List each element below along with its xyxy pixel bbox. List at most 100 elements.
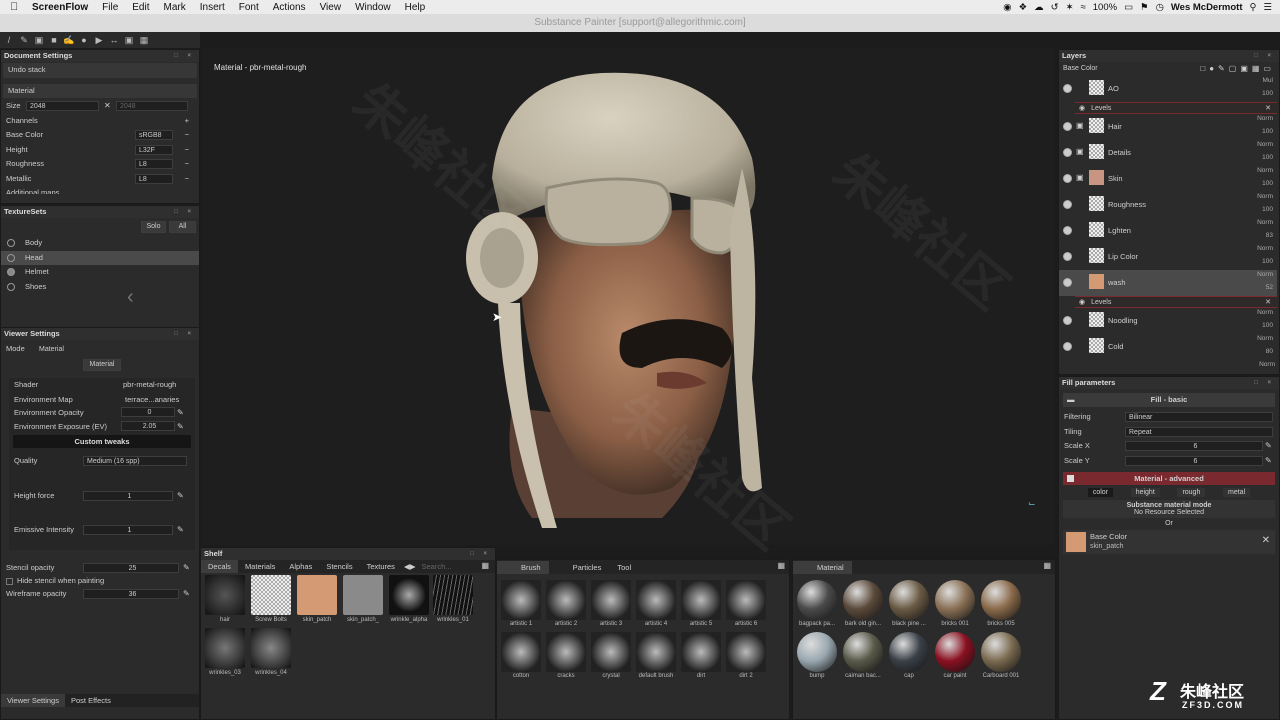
material-thumbnail[interactable] <box>889 632 929 672</box>
eye-visibility-icon[interactable] <box>1063 122 1072 131</box>
material-thumbnail[interactable] <box>843 580 883 620</box>
eye-visibility-icon[interactable] <box>1063 174 1072 183</box>
blend-mode[interactable]: Norm <box>1257 309 1273 316</box>
brush-thumbnail[interactable] <box>546 580 586 620</box>
eye-visibility-icon[interactable] <box>1063 316 1072 325</box>
edit-icon[interactable]: ✎ <box>183 587 190 602</box>
channel-format[interactable]: L8 <box>135 159 173 169</box>
folder-icon[interactable]: ▣ <box>1076 121 1084 130</box>
bluetooth-icon[interactable]: ✶ <box>1066 2 1074 13</box>
grid-view-icon[interactable]: ▦ <box>1043 561 1051 570</box>
shader-select[interactable]: pbr-metal-rough <box>123 378 176 393</box>
grid-view-icon[interactable]: ▦ <box>777 561 785 570</box>
eye-visibility-icon[interactable] <box>1063 226 1072 235</box>
metal-channel-toggle[interactable]: metal <box>1223 488 1251 497</box>
advanced-checkbox[interactable] <box>1067 475 1074 482</box>
timemachine-icon[interactable]: ↺ <box>1051 2 1059 13</box>
camera-tool-icon[interactable]: ▣ <box>123 35 135 46</box>
layer-opacity[interactable]: 100 <box>1262 128 1273 135</box>
symmetry-icon[interactable]: ↔ <box>108 35 120 46</box>
tiling-select[interactable]: Repeat <box>1125 426 1273 437</box>
menu-window[interactable]: Window <box>355 2 391 13</box>
layer-row[interactable]: Noodling Norm 100 <box>1059 308 1277 334</box>
scale-x-field[interactable]: 6 <box>1125 441 1263 451</box>
brush-thumbnail[interactable] <box>546 632 586 672</box>
menu-file[interactable]: File <box>102 2 118 13</box>
height-channel-toggle[interactable]: height <box>1130 488 1160 497</box>
edit-icon[interactable]: ✎ <box>177 489 184 504</box>
picker-tool-icon[interactable]: ▶ <box>93 35 105 46</box>
link-size-icon[interactable]: ✕ <box>104 99 111 114</box>
layer-row[interactable]: Lip Color Norm 100 <box>1059 244 1277 270</box>
clock-icon[interactable]: ◷ <box>1156 2 1164 13</box>
shelf-search-input[interactable]: Search... <box>417 560 455 573</box>
decal-thumbnail[interactable] <box>251 628 291 668</box>
blend-mode[interactable]: Norm <box>1257 193 1273 200</box>
layer-opacity[interactable]: 100 <box>1262 322 1273 329</box>
list-icon[interactable]: ☰ <box>1263 2 1272 13</box>
channel-select[interactable]: Base Color <box>1063 65 1098 72</box>
menu-help[interactable]: Help <box>405 2 426 13</box>
layer-opacity[interactable]: 100 <box>1262 180 1273 187</box>
quality-select[interactable]: Medium (16 spp) <box>83 456 187 466</box>
remove-resource-icon[interactable]: ✕ <box>1262 535 1270 546</box>
folder-icon[interactable]: ▣ <box>1076 147 1084 156</box>
env-map-select[interactable]: terrace...anaries <box>125 393 179 407</box>
custom-tweaks-header[interactable]: Custom tweaks <box>13 435 191 448</box>
material-row[interactable]: Material <box>3 83 197 98</box>
height-force-field[interactable]: 1 <box>83 490 173 501</box>
cloud-icon[interactable]: ☁ <box>1034 2 1044 13</box>
eye-visibility-icon[interactable] <box>1063 342 1072 351</box>
tab-tool[interactable]: Tool <box>609 561 639 574</box>
layer-opacity[interactable]: 83 <box>1266 232 1273 239</box>
add-channel-icon[interactable]: + <box>185 114 189 129</box>
decal-thumbnail[interactable] <box>205 628 245 668</box>
texture-set-item[interactable]: Body <box>1 236 199 251</box>
brush-thumbnail[interactable] <box>681 580 721 620</box>
decal-thumbnail[interactable] <box>343 575 383 615</box>
layer-row[interactable]: ▣ Details Norm 100 <box>1059 140 1277 166</box>
layer-row[interactable]: ▣ Skin Norm 100 <box>1059 166 1277 192</box>
decal-thumbnail[interactable] <box>433 575 473 615</box>
menu-actions[interactable]: Actions <box>273 2 306 13</box>
remove-channel-icon[interactable]: − <box>185 143 189 158</box>
panel-buttons-icon[interactable]: □ × <box>174 328 195 340</box>
brush-thumbnail[interactable] <box>501 580 541 620</box>
panel-buttons-icon[interactable]: □ × <box>1254 377 1275 389</box>
battery-icon[interactable]: ▭ <box>1124 2 1133 13</box>
channel-format[interactable]: sRGB8 <box>135 130 173 140</box>
effect-row[interactable]: ◉ Levels ✕ <box>1075 296 1277 308</box>
blend-mode[interactable]: Norm <box>1257 271 1273 278</box>
user-name[interactable]: Wes McDermott <box>1171 2 1243 13</box>
panel-buttons-icon[interactable]: □ × <box>174 206 195 218</box>
size-select[interactable]: 2048 <box>26 101 99 111</box>
menu-edit[interactable]: Edit <box>132 2 149 13</box>
battery-label[interactable]: 100% <box>1093 2 1117 13</box>
visibility-toggle-icon[interactable] <box>7 268 15 277</box>
layer-row[interactable]: AO Mul 100 <box>1059 76 1277 102</box>
brush-thumbnail[interactable] <box>726 580 766 620</box>
collapse-arrow-icon[interactable]: ‹ <box>127 286 134 309</box>
eye-visibility-icon[interactable] <box>1063 200 1072 209</box>
base-color-slot[interactable]: Base Color skin_patch ✕ <box>1063 530 1275 554</box>
material-thumbnail[interactable] <box>981 580 1021 620</box>
mode-select[interactable]: Material <box>35 344 191 354</box>
scale-y-field[interactable]: 6 <box>1125 455 1263 466</box>
filtering-select[interactable]: Bilinear <box>1125 412 1273 422</box>
tab-stencils[interactable]: Stencils <box>319 560 359 573</box>
panel-buttons-icon[interactable]: □ × <box>174 50 195 62</box>
camera-icon[interactable]: ◉ <box>1003 2 1011 13</box>
tab-brush[interactable]: Brush <box>497 560 549 574</box>
texture-set-item[interactable]: Head <box>1 250 199 265</box>
brush-thumbnail[interactable] <box>636 632 676 672</box>
eye-visibility-icon[interactable] <box>1063 84 1072 93</box>
visibility-toggle-icon[interactable] <box>7 253 15 262</box>
layer-opacity[interactable]: 100 <box>1262 258 1273 265</box>
tab-material[interactable]: Material <box>793 560 852 574</box>
search-icon[interactable]: ⚲ <box>1250 2 1257 13</box>
menu-view[interactable]: View <box>320 2 342 13</box>
undo-stack-row[interactable]: Undo stack <box>3 63 197 78</box>
tab-textures[interactable]: Textures <box>360 560 402 573</box>
layer-opacity[interactable]: 80 <box>1266 348 1273 355</box>
tab-decals[interactable]: Decals <box>201 560 238 573</box>
